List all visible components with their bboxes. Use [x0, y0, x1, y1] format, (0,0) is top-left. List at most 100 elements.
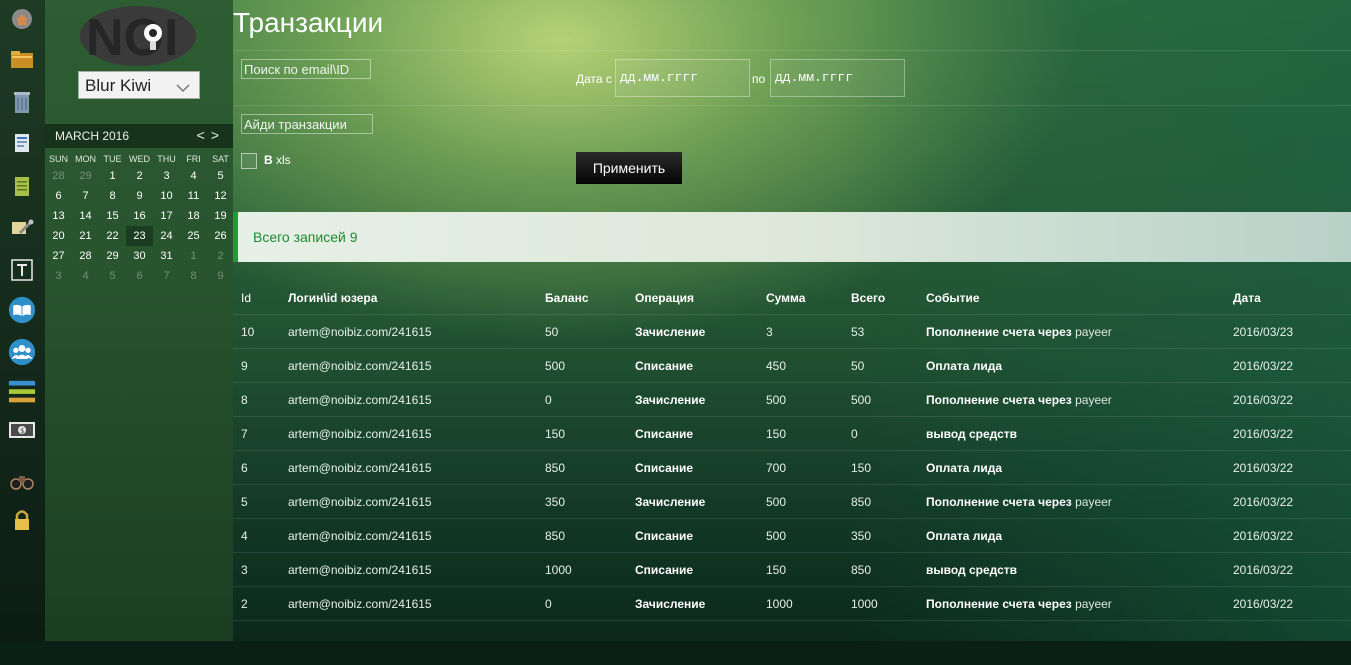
book-icon[interactable] — [8, 296, 36, 324]
table-row[interactable]: 3 artem@noibiz.com/241615 1000 Списание 150 8… — [233, 553, 1351, 587]
calendar-day[interactable]: 13 — [45, 206, 72, 226]
header-sum[interactable]: Сумма — [766, 282, 805, 316]
calendar-day[interactable]: 30 — [126, 246, 153, 266]
tools-icon[interactable] — [8, 215, 36, 241]
table-row[interactable]: 8 artem@noibiz.com/241615 0 Зачисление 500 50… — [233, 383, 1351, 417]
apply-button[interactable]: Применить — [576, 152, 682, 184]
calendar-day[interactable]: 10 — [153, 186, 180, 206]
date-to-field[interactable]: дд.мм.гггг — [770, 59, 905, 97]
divider — [233, 105, 1351, 106]
calendar-day[interactable]: 14 — [72, 206, 99, 226]
calendar-day[interactable]: 9 — [207, 266, 234, 286]
calendar-day[interactable]: 5 — [99, 266, 126, 286]
calendar-day[interactable]: 17 — [153, 206, 180, 226]
cell-date: 2016/03/22 — [1233, 563, 1294, 577]
trash-icon[interactable] — [8, 89, 36, 115]
cell-event: Оплата лида — [926, 349, 1002, 383]
calendar-day[interactable]: 1 — [180, 246, 207, 266]
calendar-day[interactable]: 16 — [126, 206, 153, 226]
cell-date: 2016/03/22 — [1233, 597, 1294, 611]
calendar-day[interactable]: 7 — [72, 186, 99, 206]
site-select[interactable]: Blur Kiwi — [78, 71, 200, 99]
header-id[interactable]: Id — [241, 282, 251, 316]
calendar-day[interactable]: 29 — [72, 166, 99, 186]
lock-icon[interactable] — [8, 507, 36, 533]
header-date[interactable]: Дата — [1233, 282, 1261, 316]
calendar-day[interactable]: 28 — [45, 166, 72, 186]
cell-balance: 500 — [545, 359, 566, 373]
logo: NOI — [78, 5, 198, 67]
calendar-day[interactable]: 29 — [99, 246, 126, 266]
calendar-day[interactable]: 12 — [207, 186, 234, 206]
calendar-prev-button[interactable]: < — [197, 127, 211, 143]
users-icon[interactable] — [8, 338, 36, 366]
calendar-day[interactable]: 25 — [180, 226, 207, 246]
calendar-day[interactable]: 31 — [153, 246, 180, 266]
cell-balance: 850 — [545, 461, 566, 475]
calendar-day[interactable]: 24 — [153, 226, 180, 246]
table-row[interactable]: 10 artem@noibiz.com/241615 50 Зачисление 3 53… — [233, 315, 1351, 349]
calendar-day[interactable]: 3 — [153, 166, 180, 186]
calendar-day[interactable]: 27 — [45, 246, 72, 266]
calendar-day[interactable]: 8 — [180, 266, 207, 286]
cell-login: artem@noibiz.com/241615 — [288, 597, 432, 611]
search-input[interactable] — [241, 59, 371, 79]
text-icon[interactable] — [8, 257, 36, 283]
calendar-day[interactable]: 18 — [180, 206, 207, 226]
money-icon[interactable]: $ — [8, 417, 36, 443]
header-event[interactable]: Событие — [926, 282, 980, 316]
transaction-id-input[interactable] — [241, 114, 373, 134]
stack-icon[interactable] — [8, 380, 36, 406]
table-row[interactable]: 5 artem@noibiz.com/241615 350 Зачисление 500… — [233, 485, 1351, 519]
calendar-day[interactable]: 19 — [207, 206, 234, 226]
calendar-day[interactable]: 3 — [45, 266, 72, 286]
cell-id: 6 — [241, 461, 248, 475]
table-row[interactable]: 6 artem@noibiz.com/241615 850 Списание 700 15… — [233, 451, 1351, 485]
binoculars-icon[interactable] — [8, 468, 36, 494]
calendar-day[interactable]: 22 — [99, 226, 126, 246]
calendar-weekday: THU — [157, 154, 176, 164]
table-row[interactable]: 7 artem@noibiz.com/241615 150 Списание 150 0 в… — [233, 417, 1351, 451]
cell-event: Пополнение счета через payeer — [926, 587, 1112, 621]
calendar-day[interactable]: 28 — [72, 246, 99, 266]
cell-event-text: Оплата лида — [926, 529, 1003, 543]
calendar-day[interactable]: 11 — [180, 186, 207, 206]
site-select-value: Blur Kiwi — [85, 76, 152, 95]
calendar-day[interactable]: 7 — [153, 266, 180, 286]
calendar-day[interactable]: 6 — [45, 186, 72, 206]
table-row[interactable]: 9 artem@noibiz.com/241615 500 Списание 450 50… — [233, 349, 1351, 383]
cell-event-text: Оплата лида — [926, 359, 1003, 373]
notepad-icon[interactable] — [8, 173, 36, 199]
calendar-day[interactable]: 15 — [99, 206, 126, 226]
cell-event: Оплата лида — [926, 519, 1002, 553]
folder-icon[interactable] — [8, 46, 36, 72]
calendar-day[interactable]: 9 — [126, 186, 153, 206]
calendar-day[interactable]: 5 — [207, 166, 234, 186]
header-login[interactable]: Логин\id юзера — [288, 282, 377, 316]
header-total[interactable]: Всего — [851, 282, 885, 316]
calendar-next-button[interactable]: > — [211, 127, 225, 143]
calendar-day[interactable]: 2 — [207, 246, 234, 266]
table-row[interactable]: 4 artem@noibiz.com/241615 850 Списание 500 35… — [233, 519, 1351, 553]
cell-total: 500 — [851, 393, 872, 407]
calendar-day[interactable]: 26 — [207, 226, 234, 246]
date-from-field[interactable]: дд.мм.гггг — [615, 59, 750, 97]
document-icon[interactable] — [8, 130, 36, 156]
home-icon[interactable] — [8, 6, 36, 32]
total-records-text: Всего записей 9 — [253, 229, 358, 245]
header-operation[interactable]: Операция — [635, 282, 694, 316]
calendar-day[interactable]: 2 — [126, 166, 153, 186]
calendar-day[interactable]: 20 — [45, 226, 72, 246]
calendar-day[interactable]: 4 — [180, 166, 207, 186]
calendar-day[interactable]: 8 — [99, 186, 126, 206]
cell-event-text: Пополнение счета через — [926, 393, 1072, 407]
calendar-day[interactable]: 21 — [72, 226, 99, 246]
xls-checkbox[interactable] — [241, 153, 257, 169]
calendar-day[interactable]: 1 — [99, 166, 126, 186]
table-row[interactable]: 2 artem@noibiz.com/241615 0 Зачисление 1000 1… — [233, 587, 1351, 621]
header-balance[interactable]: Баланс — [545, 282, 589, 316]
calendar-day[interactable]: 4 — [72, 266, 99, 286]
cell-balance: 0 — [545, 393, 552, 407]
calendar-day-today[interactable]: 23 — [126, 226, 153, 246]
calendar-day[interactable]: 6 — [126, 266, 153, 286]
